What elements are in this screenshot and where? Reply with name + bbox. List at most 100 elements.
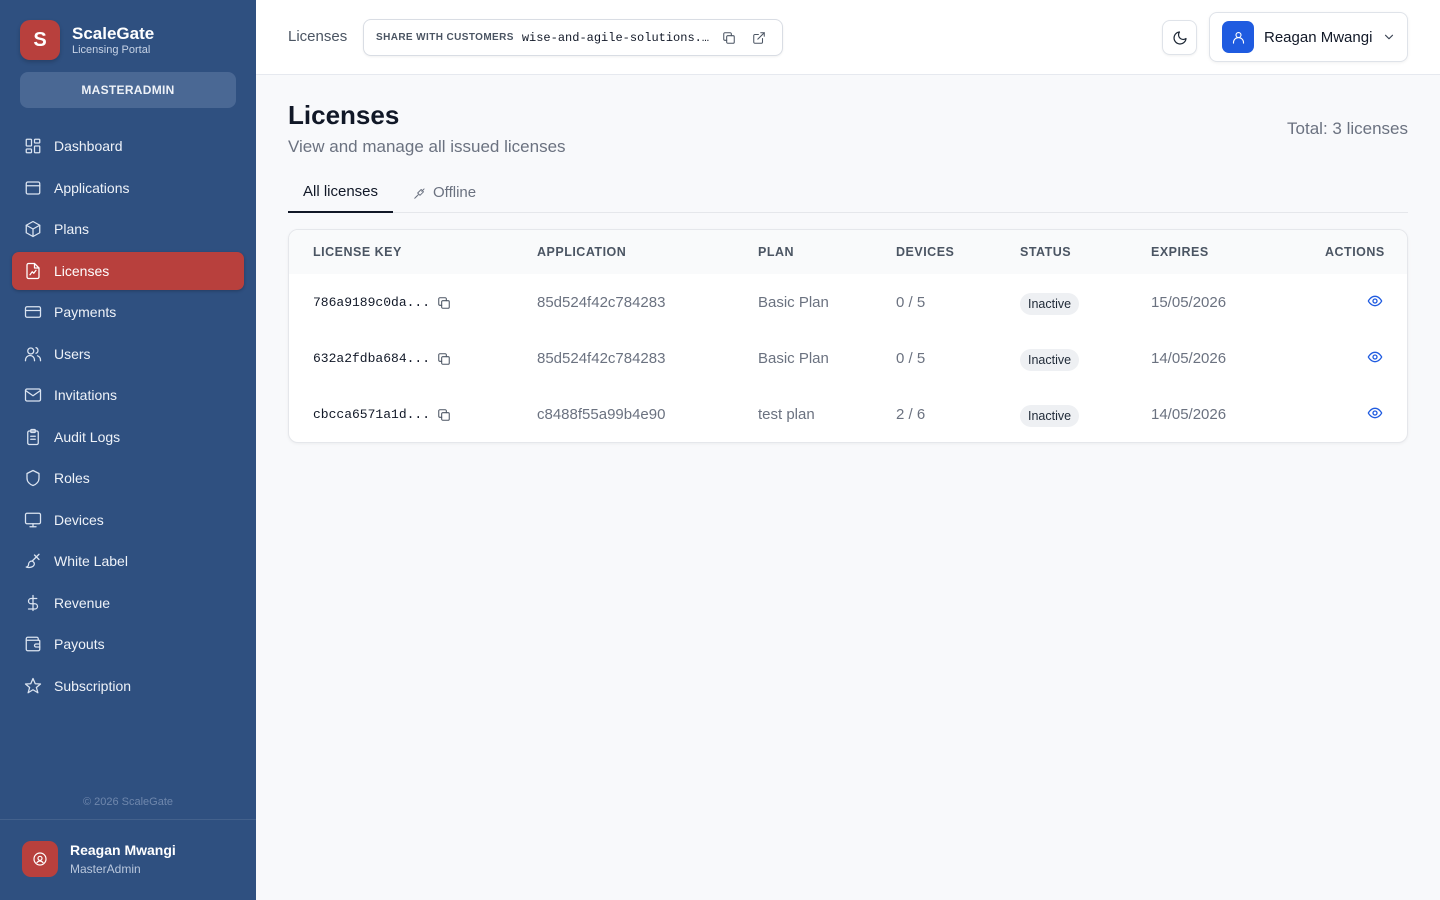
sidebar-item-payments[interactable]: Payments <box>12 293 244 331</box>
column-header-devices[interactable]: DEVICES <box>896 245 954 259</box>
clipboard-icon <box>24 428 42 446</box>
sidebar-nav: Dashboard Applications Plans Licenses Pa… <box>12 127 244 708</box>
application-id: 85d524f42c784283 <box>537 294 666 311</box>
sidebar-item-subscription[interactable]: Subscription <box>12 667 244 705</box>
plan-name: test plan <box>758 406 815 423</box>
table-row[interactable]: 786a9189c0da... 85d524f42c784283 Basic P… <box>289 274 1407 330</box>
eye-icon <box>1367 407 1383 419</box>
devices-count: 2 / 6 <box>896 406 926 423</box>
copy-key-button[interactable] <box>434 405 454 425</box>
column-header-license-key[interactable]: LICENSE KEY <box>313 245 402 259</box>
total-count: Total: 3 licenses <box>1287 119 1408 138</box>
copyright: © 2026 ScaleGate <box>82 796 174 808</box>
copy-key-button[interactable] <box>434 349 454 369</box>
application-id: c8488f55a99b4e90 <box>537 406 666 423</box>
share-label: SHARE WITH CUSTOMERS <box>376 32 514 43</box>
user-menu-button[interactable]: Reagan Mwangi <box>1209 12 1408 62</box>
copy-icon <box>438 297 450 309</box>
view-license-button[interactable] <box>1364 290 1386 312</box>
sidebar-item-label: Subscription <box>54 677 132 694</box>
table-row[interactable]: 632a2fdba684... 85d524f42c784283 Basic P… <box>289 330 1407 386</box>
sidebar-item-label: Licenses <box>54 262 110 279</box>
tab-offline[interactable]: Offline <box>413 172 476 213</box>
plan-name: Basic Plan <box>758 294 829 311</box>
top-bar: Licenses SHARE WITH CUSTOMERS wise-and-a… <box>256 0 1440 75</box>
application-id: 85d524f42c784283 <box>537 350 666 367</box>
brand-subtitle: Licensing Portal <box>72 43 151 56</box>
sidebar-item-audit-logs[interactable]: Audit Logs <box>12 418 244 456</box>
license-file-icon <box>24 262 42 280</box>
table-header: LICENSE KEY APPLICATION PLAN DEVICES STA… <box>289 230 1407 274</box>
license-tabs: All licenses Offline <box>288 172 1408 213</box>
sidebar-item-licenses[interactable]: Licenses <box>12 251 244 290</box>
status-badge: Inactive <box>1020 293 1080 315</box>
sidebar-user-name: Reagan Mwangi <box>70 842 176 858</box>
column-header-expires[interactable]: EXPIRES <box>1151 245 1209 259</box>
column-header-application[interactable]: APPLICATION <box>537 245 626 259</box>
sidebar-user[interactable]: Reagan Mwangi MasterAdmin <box>22 841 176 877</box>
role-badge: MASTERADMIN <box>20 72 236 108</box>
sidebar-item-revenue[interactable]: Revenue <box>12 584 244 622</box>
expires-date: 15/05/2026 <box>1151 294 1227 311</box>
devices-count: 0 / 5 <box>896 294 926 311</box>
copy-link-button[interactable] <box>714 23 744 53</box>
table-row[interactable]: cbcca6571a1d... c8488f55a99b4e90 test pl… <box>289 386 1407 442</box>
page-subtitle: View and manage all issued licenses <box>288 137 566 156</box>
sidebar-item-dashboard[interactable]: Dashboard <box>12 127 244 165</box>
sidebar-item-label: Invitations <box>54 387 118 403</box>
tab-label: Offline <box>433 184 477 201</box>
unplug-icon <box>414 187 425 199</box>
sidebar-item-white-label[interactable]: White Label <box>12 542 244 580</box>
license-key: 632a2fdba684... <box>313 351 431 366</box>
sidebar-item-invitations[interactable]: Invitations <box>12 376 244 414</box>
tab-label: All licenses <box>302 183 379 200</box>
sidebar-item-label: Dashboard <box>54 138 123 154</box>
page-title: Licenses <box>288 100 400 130</box>
breadcrumb[interactable]: Licenses <box>288 28 347 45</box>
sidebar-item-label: Applications <box>54 179 130 196</box>
column-header-plan[interactable]: PLAN <box>758 245 794 259</box>
monitor-icon <box>24 511 42 529</box>
avatar <box>22 841 58 877</box>
sidebar-item-label: Payments <box>54 304 117 320</box>
expires-date: 14/05/2026 <box>1151 350 1227 367</box>
eye-icon <box>1367 351 1383 363</box>
status-badge: Inactive <box>1020 405 1080 427</box>
sidebar-item-label: Plans <box>54 221 90 237</box>
sidebar-item-label: Users <box>54 345 91 362</box>
tab-all-licenses[interactable]: All licenses <box>288 172 393 213</box>
sidebar-item-users[interactable]: Users <box>12 335 244 373</box>
brand[interactable]: S ScaleGate Licensing Portal <box>20 20 154 60</box>
eye-icon <box>1367 295 1383 307</box>
expires-date: 14/05/2026 <box>1151 406 1227 423</box>
sidebar-item-devices[interactable]: Devices <box>12 501 244 539</box>
view-license-button[interactable] <box>1364 346 1386 368</box>
open-link-button[interactable] <box>744 23 774 53</box>
chevron-down-icon <box>1382 30 1396 44</box>
copy-icon <box>723 31 735 44</box>
sidebar-item-roles[interactable]: Roles <box>12 459 244 497</box>
mail-icon <box>24 386 42 404</box>
copy-icon <box>438 409 450 421</box>
copy-key-button[interactable] <box>434 293 454 313</box>
user-circle-icon <box>33 852 47 866</box>
users-icon <box>24 345 42 363</box>
sidebar-item-label: Payouts <box>54 636 105 652</box>
shield-icon <box>24 469 42 487</box>
sidebar-item-plans[interactable]: Plans <box>12 210 244 248</box>
theme-toggle-button[interactable] <box>1162 20 1197 55</box>
copy-icon <box>438 353 450 365</box>
user-icon <box>1232 31 1244 44</box>
sidebar-item-label: Devices <box>54 511 104 528</box>
column-header-status[interactable]: STATUS <box>1020 245 1071 259</box>
share-url[interactable]: wise-and-agile-solutions.sc… <box>522 31 710 45</box>
sidebar-item-payouts[interactable]: Payouts <box>12 625 244 663</box>
plan-name: Basic Plan <box>758 350 829 367</box>
view-license-button[interactable] <box>1364 402 1386 424</box>
sidebar: S ScaleGate Licensing Portal MASTERADMIN… <box>0 0 256 900</box>
share-with-customers: SHARE WITH CUSTOMERS wise-and-agile-solu… <box>363 19 783 56</box>
moon-icon <box>1172 30 1187 45</box>
column-header-actions: ACTIONS <box>1325 245 1385 259</box>
sidebar-item-applications[interactable]: Applications <box>12 169 244 207</box>
sidebar-divider <box>0 819 256 820</box>
